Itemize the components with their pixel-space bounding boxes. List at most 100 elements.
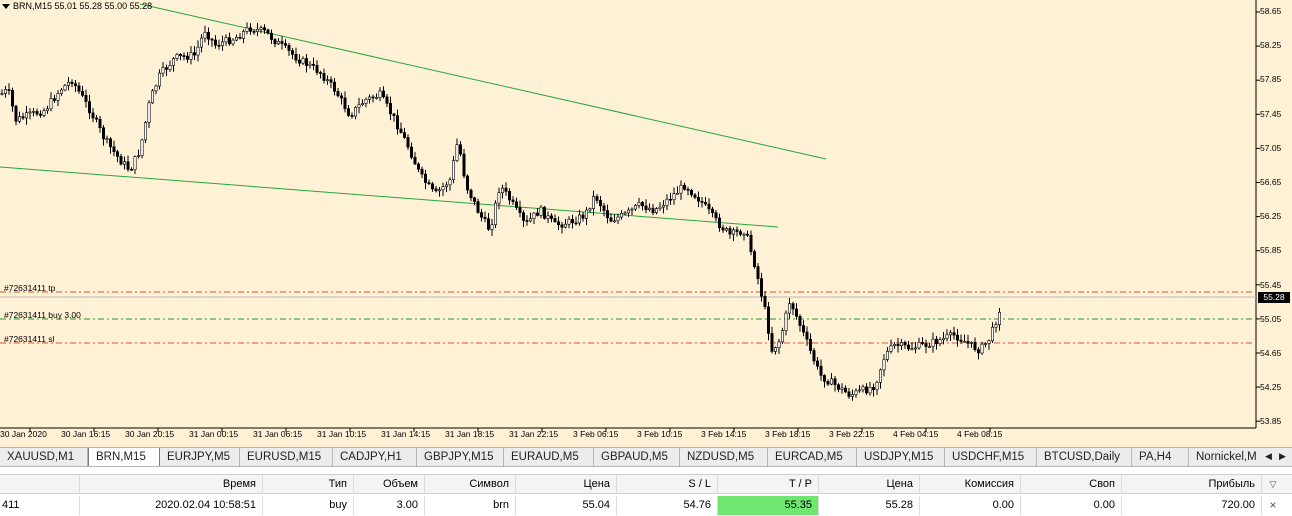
candle-body [14, 105, 18, 122]
time-label: 31 Jan 22:15 [509, 429, 559, 439]
candle-body [186, 55, 190, 60]
sort-icon[interactable]: ▽ [1262, 475, 1284, 494]
col-commission[interactable]: Комиссия [920, 475, 1021, 494]
candle-body [840, 387, 844, 390]
tab-nzdusd[interactable]: NZDUSD,M5 [680, 448, 768, 466]
sl-line-label[interactable]: #72631411 sl [4, 334, 54, 344]
candle-body [214, 39, 218, 46]
col-price-open[interactable]: Цена [516, 475, 617, 494]
candle-body [539, 206, 543, 216]
candle-body [896, 344, 900, 347]
tab-usdchf[interactable]: USDCHF,M15 [945, 448, 1037, 466]
candle-body [21, 116, 25, 119]
candle-body [570, 218, 574, 224]
tab-cadjpy[interactable]: CADJPY,H1 [333, 448, 417, 466]
candle-body [483, 216, 487, 219]
col-symbol[interactable]: Символ [425, 475, 516, 494]
tab-pa[interactable]: PA,H4 [1132, 448, 1189, 466]
candle-body [35, 111, 39, 115]
tab-eurusd[interactable]: EURUSD,M15 [240, 448, 333, 466]
candle-body [787, 303, 791, 314]
price-label: 57.45 [1260, 109, 1282, 119]
candle-body [994, 324, 998, 328]
candle-body [647, 207, 651, 211]
col-tp[interactable]: T / P [718, 475, 819, 494]
candle-body [276, 41, 280, 45]
candle-body [728, 228, 732, 235]
candle-body [17, 116, 21, 122]
col-volume[interactable]: Объем [354, 475, 425, 494]
time-label: 31 Jan 00:15 [189, 429, 239, 439]
cell-sl[interactable]: 54.76 [617, 496, 718, 515]
tab-nornickel[interactable]: Nornickel,M [1189, 448, 1263, 466]
tab-xauusd[interactable]: XAUUSD,M1 [0, 448, 88, 466]
candle-body [413, 157, 417, 165]
table-row[interactable]: 411 2020.02.04 10:58:51 buy 3.00 brn 55.… [0, 496, 1292, 516]
candle-body [980, 343, 984, 354]
candle-body [59, 89, 63, 94]
col-swap[interactable]: Своп [1021, 475, 1122, 494]
cell-symbol: brn [425, 496, 516, 515]
chart-area[interactable]: BRN,M15 55.01 55.28 55.00 55.28 58.65 58… [0, 0, 1292, 447]
candle-body [885, 350, 889, 360]
tab-usdjpy[interactable]: USDJPY,M15 [857, 448, 945, 466]
chevron-down-icon[interactable] [2, 4, 10, 10]
col-time[interactable]: Время [80, 475, 263, 494]
tab-eurcad[interactable]: EURCAD,M5 [768, 448, 857, 466]
candle-body [343, 97, 347, 109]
col-price[interactable]: Цена [819, 475, 920, 494]
tab-brn[interactable]: BRN,M15 [88, 448, 160, 466]
time-label: 3 Feb 14:15 [701, 429, 747, 439]
candle-body [588, 208, 592, 211]
tab-btcusd[interactable]: BTCUSD,Daily [1037, 448, 1132, 466]
candle-body [130, 168, 134, 171]
tab-gbpjpy[interactable]: GBPJPY,M15 [417, 448, 504, 466]
col-sl[interactable]: S / L [617, 475, 718, 494]
candle-body [364, 99, 368, 104]
candle-body [301, 58, 305, 64]
candle-body [619, 213, 623, 218]
price-chart[interactable] [0, 0, 1292, 447]
candle-body [165, 67, 169, 70]
candle-body [45, 108, 49, 112]
buy-line-label[interactable]: #72631411 buy 3.00 [4, 310, 81, 320]
candle-body [938, 339, 942, 345]
tab-scroll-right-icon[interactable]: ▶ [1279, 451, 1286, 462]
time-label: 3 Feb 22:15 [829, 429, 875, 439]
candle-body [154, 85, 158, 92]
candle-body [385, 96, 389, 104]
candle-body [476, 201, 480, 213]
candle-body [24, 112, 28, 119]
candle-body [444, 184, 448, 187]
candle-body [339, 95, 343, 99]
candle-body [717, 217, 721, 229]
price-label: 54.65 [1260, 348, 1282, 358]
tab-euraud[interactable]: EURAUD,M5 [504, 448, 594, 466]
price-label: 55.85 [1260, 245, 1282, 255]
terminal-header: Время Тип Объем Символ Цена S / L T / P … [0, 474, 1292, 494]
tp-line-label[interactable]: #72631411 tp [4, 283, 55, 293]
candle-body [416, 163, 420, 170]
candle-body [311, 63, 315, 66]
chart-symbol-ohlc: BRN,M15 55.01 55.28 55.00 55.28 [13, 1, 153, 11]
candle-body [249, 27, 253, 32]
candle-body [332, 81, 336, 92]
time-label: 30 Jan 20:15 [125, 429, 175, 439]
candle-body [395, 115, 399, 130]
col-profit[interactable]: Прибыль [1122, 475, 1262, 494]
candle-body [175, 54, 179, 59]
candle-body [560, 224, 564, 228]
col-type[interactable]: Тип [263, 475, 354, 494]
candle-body [581, 214, 585, 219]
tab-gbpaud[interactable]: GBPAUD,M5 [594, 448, 680, 466]
tab-eurjpy[interactable]: EURJPY,M5 [160, 448, 240, 466]
candle-body [955, 334, 959, 341]
col-order[interactable] [0, 475, 80, 494]
candle-body [511, 199, 515, 203]
tab-scroll-left-icon[interactable]: ◀ [1265, 451, 1272, 462]
cell-tp[interactable]: 55.35 [718, 496, 819, 515]
close-order-icon[interactable]: × [1262, 496, 1284, 515]
candle-body [990, 326, 994, 342]
candle-body [850, 394, 854, 397]
candle-body [675, 192, 679, 195]
